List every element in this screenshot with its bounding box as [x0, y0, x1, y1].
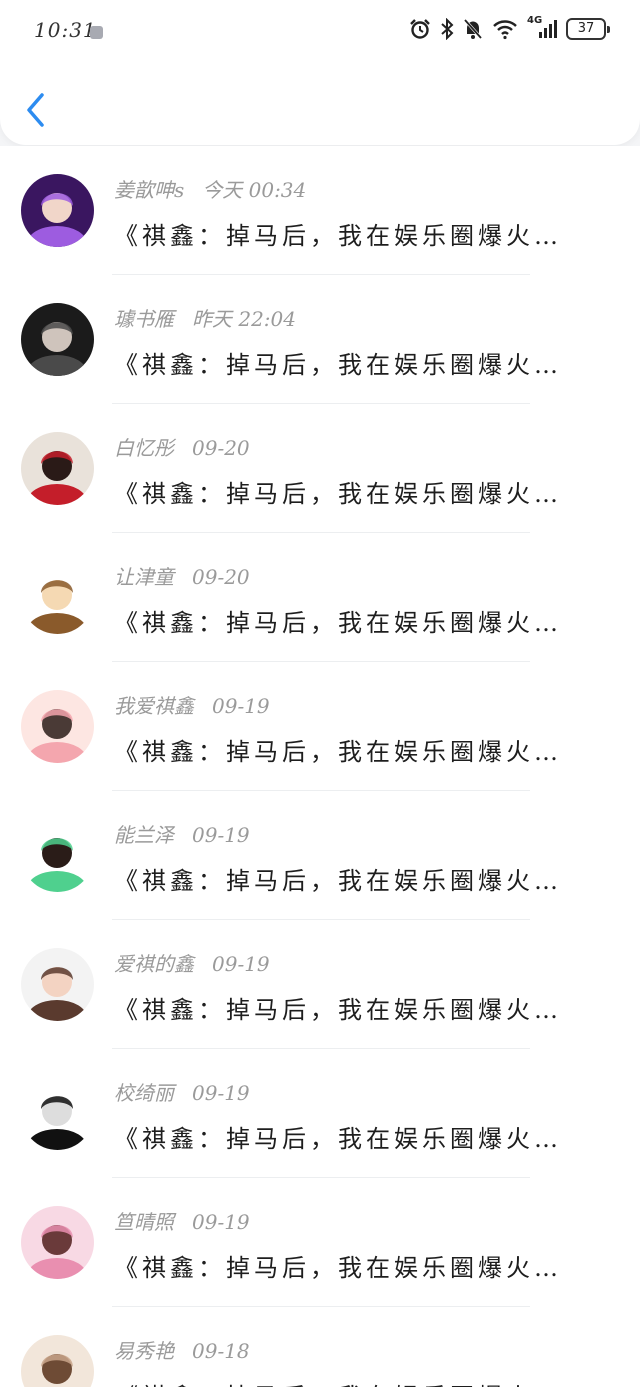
- alarm-icon: [410, 19, 430, 39]
- bluetooth-icon: [441, 18, 454, 40]
- sender-name[interactable]: 让津童: [114, 565, 174, 589]
- message-time: 09-19: [192, 1210, 250, 1234]
- message-time: 09-19: [192, 823, 250, 847]
- message-item[interactable]: 易秀艳 09-18 《祺鑫：掉马后，我在娱乐圈爆火…: [0, 1307, 640, 1387]
- chevron-left-icon: [27, 93, 44, 127]
- message-preview[interactable]: 《祺鑫：掉马后，我在娱乐圈爆火…: [114, 1248, 619, 1283]
- mute-bell-icon: [463, 19, 483, 39]
- message-preview[interactable]: 《祺鑫：掉马后，我在娱乐圈爆火…: [114, 1377, 619, 1387]
- avatar[interactable]: [21, 174, 94, 247]
- message-meta: 校绮丽 09-19: [114, 1077, 250, 1106]
- battery-icon: 37: [566, 18, 610, 40]
- avatar[interactable]: [21, 1206, 94, 1279]
- message-item[interactable]: 璩书雁 昨天 22:04 《祺鑫：掉马后，我在娱乐圈爆火…: [0, 275, 640, 404]
- message-list: 姜歆呻s 今天 00:34 《祺鑫：掉马后，我在娱乐圈爆火… 璩书雁 昨天 22:04 《…: [0, 146, 640, 1387]
- sender-name[interactable]: 校绮丽: [114, 1081, 174, 1105]
- message-time: 09-19: [192, 1081, 250, 1105]
- sender-name[interactable]: 我爱祺鑫: [114, 694, 194, 718]
- message-meta: 璩书雁 昨天 22:04: [114, 303, 296, 332]
- message-meta: 姜歆呻s 今天 00:34: [114, 174, 306, 203]
- message-meta: 我爱祺鑫 09-19: [114, 690, 270, 719]
- message-preview[interactable]: 《祺鑫：掉马后，我在娱乐圈爆火…: [114, 1119, 619, 1154]
- sender-name[interactable]: 笪晴照: [114, 1210, 174, 1234]
- message-meta: 能兰泽 09-19: [114, 819, 250, 848]
- message-time: 今天 00:34: [202, 178, 307, 202]
- message-preview[interactable]: 《祺鑫：掉马后，我在娱乐圈爆火…: [114, 474, 619, 509]
- message-meta: 让津童 09-20: [114, 561, 250, 590]
- sender-name[interactable]: 易秀艳: [114, 1339, 174, 1363]
- message-time: 09-19: [212, 952, 270, 976]
- wifi-icon: [493, 20, 517, 40]
- avatar[interactable]: [21, 819, 94, 892]
- message-meta: 笪晴照 09-19: [114, 1206, 250, 1235]
- message-preview[interactable]: 《祺鑫：掉马后，我在娱乐圈爆火…: [114, 732, 619, 767]
- message-item[interactable]: 白忆彤 09-20 《祺鑫：掉马后，我在娱乐圈爆火…: [0, 404, 640, 533]
- sender-name[interactable]: 爱祺的鑫: [114, 952, 194, 976]
- message-preview[interactable]: 《祺鑫：掉马后，我在娱乐圈爆火…: [114, 345, 619, 380]
- avatar[interactable]: [21, 432, 94, 505]
- message-item[interactable]: 姜歆呻s 今天 00:34 《祺鑫：掉马后，我在娱乐圈爆火…: [0, 146, 640, 275]
- message-item[interactable]: 笪晴照 09-19 《祺鑫：掉马后，我在娱乐圈爆火…: [0, 1178, 640, 1307]
- message-time: 昨天 22:04: [192, 307, 296, 331]
- message-preview[interactable]: 《祺鑫：掉马后，我在娱乐圈爆火…: [114, 603, 619, 638]
- message-item[interactable]: 让津童 09-20 《祺鑫：掉马后，我在娱乐圈爆火…: [0, 533, 640, 662]
- avatar[interactable]: [21, 1335, 94, 1387]
- avatar[interactable]: [21, 561, 94, 634]
- message-preview[interactable]: 《祺鑫：掉马后，我在娱乐圈爆火…: [114, 216, 619, 251]
- message-meta: 易秀艳 09-18: [114, 1335, 250, 1364]
- avatar[interactable]: [21, 948, 94, 1021]
- sender-name[interactable]: 璩书雁: [114, 307, 174, 331]
- message-item[interactable]: 校绮丽 09-19 《祺鑫：掉马后，我在娱乐圈爆火…: [0, 1049, 640, 1178]
- message-item[interactable]: 我爱祺鑫 09-19 《祺鑫：掉马后，我在娱乐圈爆火…: [0, 662, 640, 791]
- battery-level: 37: [577, 21, 595, 36]
- avatar[interactable]: [21, 303, 94, 376]
- message-time: 09-20: [192, 565, 250, 589]
- message-preview[interactable]: 《祺鑫：掉马后，我在娱乐圈爆火…: [114, 990, 619, 1025]
- status-bar: 10:31 4G 37: [0, 0, 640, 62]
- message-time: 09-19: [212, 694, 270, 718]
- message-meta: 爱祺的鑫 09-19: [114, 948, 270, 977]
- sender-name[interactable]: 白忆彤: [114, 436, 174, 460]
- notification-icon: [90, 26, 103, 39]
- status-time: 10:31: [34, 18, 97, 42]
- signal-icon: 4G: [527, 15, 557, 40]
- message-time: 09-20: [192, 436, 250, 460]
- message-item[interactable]: 能兰泽 09-19 《祺鑫：掉马后，我在娱乐圈爆火…: [0, 791, 640, 920]
- sender-name[interactable]: 姜歆呻s: [114, 178, 184, 202]
- message-time: 09-18: [192, 1339, 250, 1363]
- back-button[interactable]: [20, 90, 54, 130]
- status-icons: 4G 37: [409, 15, 610, 40]
- avatar[interactable]: [21, 1077, 94, 1150]
- avatar[interactable]: [21, 690, 94, 763]
- sender-name[interactable]: 能兰泽: [114, 823, 174, 847]
- message-item[interactable]: 爱祺的鑫 09-19 《祺鑫：掉马后，我在娱乐圈爆火…: [0, 920, 640, 1049]
- message-meta: 白忆彤 09-20: [114, 432, 250, 461]
- message-preview[interactable]: 《祺鑫：掉马后，我在娱乐圈爆火…: [114, 861, 619, 896]
